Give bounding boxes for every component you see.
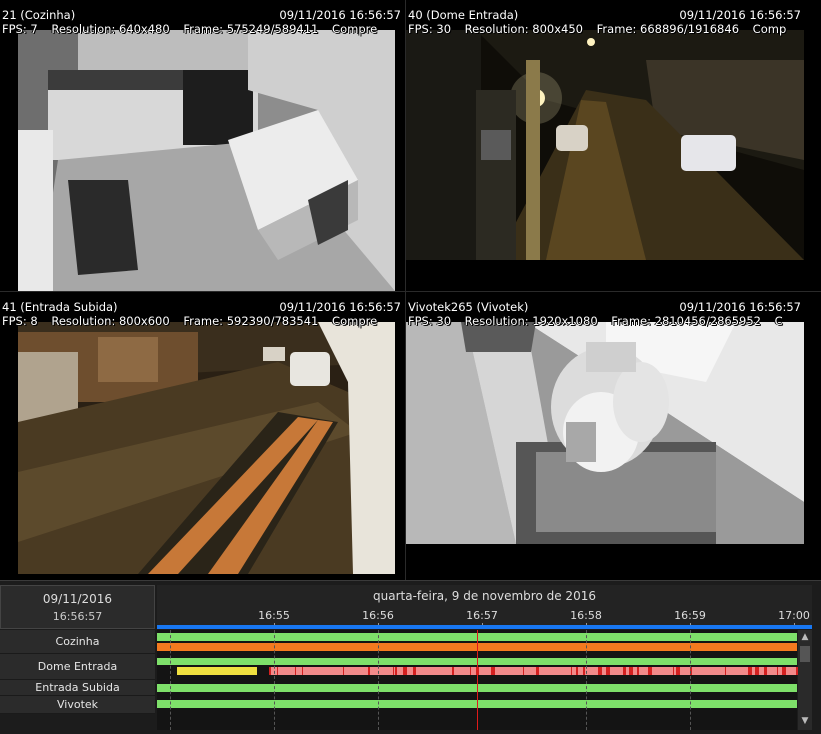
camera-timestamp: 09/11/2016 16:56:57 bbox=[679, 300, 801, 314]
scroll-thumb[interactable] bbox=[800, 646, 810, 662]
camera-title: 40 (Dome Entrada) bbox=[408, 8, 519, 22]
timeline-gridline bbox=[274, 630, 275, 730]
timeline-gridline bbox=[690, 630, 691, 730]
timeline-scrollbar[interactable]: ▲ ▼ bbox=[798, 630, 812, 730]
track-label-vivotek[interactable]: Vivotek bbox=[0, 696, 155, 714]
timeline-tick: 16:57 bbox=[466, 609, 498, 622]
track-segment-alarm-tick bbox=[648, 667, 652, 675]
camera-title: 41 (Entrada Subida) bbox=[2, 300, 118, 314]
track-segment-alarm-tick bbox=[598, 667, 602, 675]
track-segment-alarm-tick bbox=[583, 667, 585, 675]
track-segment-alarm-tick bbox=[470, 667, 471, 675]
timeline-tick: 16:56 bbox=[362, 609, 394, 622]
track-segment-alarm-tick bbox=[748, 667, 752, 675]
camera-tile-dome-entrada[interactable]: 40 (Dome Entrada) 09/11/2016 16:56:57 FP… bbox=[406, 0, 821, 291]
track-segment-alarm-tick bbox=[576, 667, 578, 675]
track-segment-alarm-tick bbox=[536, 667, 539, 675]
camera-overlay-dome-entrada: 40 (Dome Entrada) 09/11/2016 16:56:57 FP… bbox=[406, 0, 821, 36]
camera-tile-vivotek[interactable]: Vivotek265 (Vivotek) 09/11/2016 16:56:57… bbox=[406, 292, 821, 580]
track-segment-alarm-tick bbox=[343, 667, 344, 675]
track-segment-alarm-tick bbox=[571, 667, 572, 675]
track-segment-alarm-tick bbox=[673, 667, 674, 675]
track-label-cozinha[interactable]: Cozinha bbox=[0, 630, 155, 654]
camera-feed-cozinha[interactable] bbox=[18, 30, 395, 291]
track-segment-alarm-tick bbox=[523, 667, 524, 675]
timeline-tick: 17:00 bbox=[778, 609, 810, 622]
camera-title: 21 (Cozinha) bbox=[2, 8, 76, 22]
track-segment-alarm bbox=[269, 667, 800, 675]
track-segment-alarm-tick bbox=[295, 667, 296, 675]
track-segment-alarm-tick bbox=[725, 667, 726, 675]
track-segment-alarm-tick bbox=[302, 667, 303, 675]
playback-cursor[interactable] bbox=[477, 630, 478, 730]
camera-feed-dome-entrada[interactable] bbox=[406, 30, 804, 260]
track-segment-alarm-tick bbox=[637, 667, 639, 675]
timeline-range-bar bbox=[157, 625, 812, 629]
camera-overlay-vivotek: Vivotek265 (Vivotek) 09/11/2016 16:56:57… bbox=[406, 292, 821, 328]
track-labels: Cozinha Dome Entrada Entrada Subida Vivo… bbox=[0, 630, 155, 730]
track-segment-alarm-tick bbox=[676, 667, 680, 675]
scroll-up-icon[interactable]: ▲ bbox=[800, 632, 810, 644]
camera-feed-vivotek[interactable] bbox=[406, 322, 804, 544]
timeline-tick: 16:58 bbox=[570, 609, 602, 622]
track-segment-alarm-tick bbox=[403, 667, 407, 675]
camera-timestamp: 09/11/2016 16:56:57 bbox=[279, 300, 401, 314]
track-segment-alarm-tick bbox=[777, 667, 778, 675]
current-datetime-box: 09/11/2016 16:56:57 bbox=[0, 585, 155, 629]
scroll-down-icon[interactable]: ▼ bbox=[800, 716, 810, 728]
camera-tile-cozinha[interactable]: 21 (Cozinha) 09/11/2016 16:56:57 FPS: 7 … bbox=[0, 0, 405, 291]
track-segment-alarm-tick bbox=[452, 667, 454, 675]
track-segment-alarm-tick bbox=[606, 667, 610, 675]
track-segment-alarm-tick bbox=[491, 667, 495, 675]
track-segment-alarm-tick bbox=[755, 667, 759, 675]
track-segment-alarm-tick bbox=[782, 667, 786, 675]
timeline-gridline bbox=[586, 630, 587, 730]
track-segment-event bbox=[177, 667, 257, 675]
timeline-gridline bbox=[170, 630, 171, 730]
track-label-entrada-subida[interactable]: Entrada Subida bbox=[0, 680, 155, 696]
track-segment-alarm-tick bbox=[764, 667, 767, 675]
camera-overlay-entrada-subida: 41 (Entrada Subida) 09/11/2016 16:56:57 … bbox=[0, 292, 405, 328]
current-time: 16:56:57 bbox=[52, 610, 103, 623]
grid-divider-vertical bbox=[405, 0, 406, 580]
current-date: 09/11/2016 bbox=[42, 592, 113, 606]
camera-feed-entrada-subida[interactable] bbox=[18, 322, 395, 574]
camera-overlay-cozinha: 21 (Cozinha) 09/11/2016 16:56:57 FPS: 7 … bbox=[0, 0, 405, 36]
track-segment-alarm-tick bbox=[368, 667, 370, 675]
camera-timestamp: 09/11/2016 16:56:57 bbox=[279, 8, 401, 22]
timeline-header[interactable]: quarta-feira, 9 de novembro de 2016 16:5… bbox=[157, 585, 812, 629]
track-segment-alarm-tick bbox=[629, 667, 633, 675]
timeline-tick: 16:55 bbox=[258, 609, 290, 622]
timeline-day-label: quarta-feira, 9 de novembro de 2016 bbox=[373, 589, 596, 603]
track-label-dome-entrada[interactable]: Dome Entrada bbox=[0, 654, 155, 680]
track-segment-alarm-tick bbox=[393, 667, 394, 675]
track-segment-alarm-tick bbox=[413, 667, 416, 675]
camera-timestamp: 09/11/2016 16:56:57 bbox=[679, 8, 801, 22]
timeline-gridline bbox=[378, 630, 379, 730]
grid-divider-horizontal bbox=[0, 291, 821, 292]
camera-grid: 21 (Cozinha) 09/11/2016 16:56:57 FPS: 7 … bbox=[0, 0, 821, 580]
track-segment-alarm-tick bbox=[395, 667, 397, 675]
track-segment-alarm-tick bbox=[623, 667, 626, 675]
camera-tile-entrada-subida[interactable]: 41 (Entrada Subida) 09/11/2016 16:56:57 … bbox=[0, 292, 405, 580]
timeline-tick: 16:59 bbox=[674, 609, 706, 622]
track-segment-alarm-tick bbox=[277, 667, 278, 675]
camera-title: Vivotek265 (Vivotek) bbox=[408, 300, 529, 314]
track-segment-alarm-tick bbox=[269, 667, 271, 675]
